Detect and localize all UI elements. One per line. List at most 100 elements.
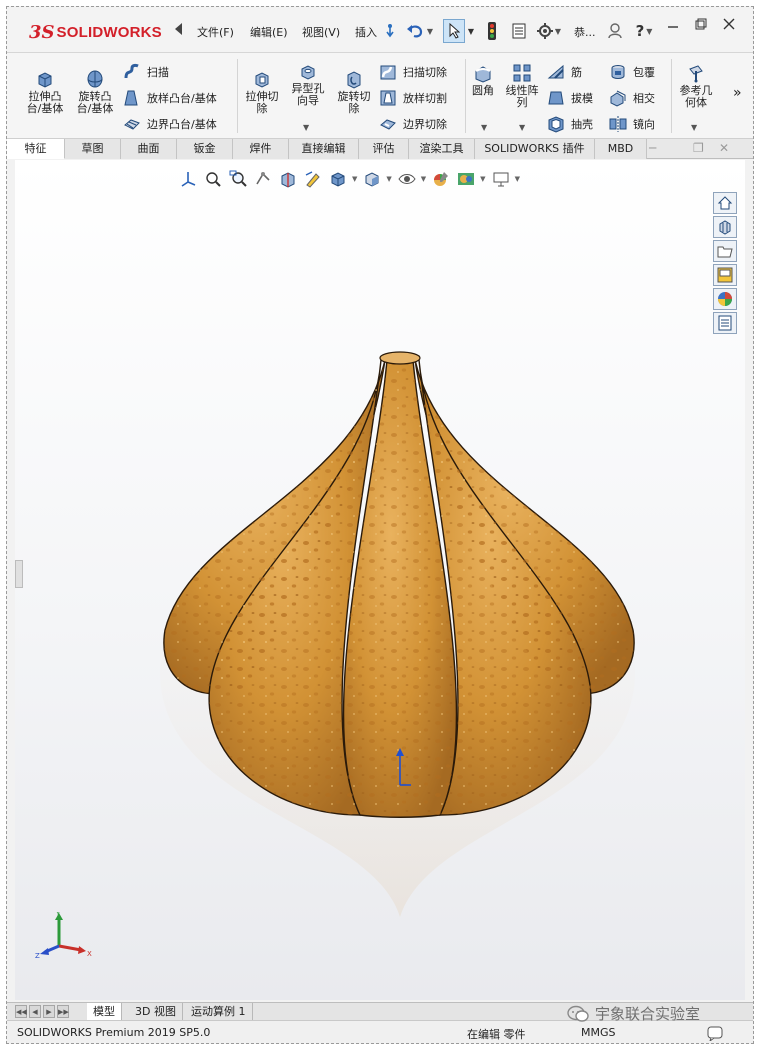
triad-z-label: Z (35, 952, 40, 960)
boundary-boss-button[interactable]: 边界凸台/基体 (123, 115, 217, 133)
extrude-boss-icon (38, 72, 52, 88)
document-minimize-icon[interactable]: ─ (649, 141, 656, 155)
wrap-icon (611, 65, 625, 79)
intersect-button[interactable]: 相交 (609, 89, 655, 107)
boundary-cut-button[interactable]: 边界切除 (379, 115, 447, 133)
rib-label: 筋 (571, 66, 582, 79)
boundary-cut-icon (380, 119, 396, 130)
tab-4[interactable]: 焊件 (233, 139, 289, 159)
revolve-cut-button[interactable]: 旋转切 除 (331, 69, 377, 115)
fillet-dropdown[interactable]: ▼ (481, 123, 487, 132)
unit-system[interactable]: MMGS (581, 1026, 616, 1039)
insert-tool-icon[interactable] (381, 19, 399, 43)
last-tab-button[interactable]: ▶▶ (57, 1005, 69, 1018)
tab-8[interactable]: SOLIDWORKS 插件 (475, 139, 595, 159)
wrap-button[interactable]: 包覆 (609, 63, 655, 81)
revolve-boss-button[interactable]: 旋转凸 台/基体 (71, 69, 119, 115)
reference-geometry-button[interactable]: 参考几 何体 (673, 63, 719, 109)
ribbon-more-button[interactable]: » (733, 85, 742, 101)
fillet-button[interactable]: 圆角 (467, 63, 499, 97)
boundary-cut-label: 边界切除 (403, 118, 447, 131)
garlic-stem-top (379, 351, 421, 365)
extrude-cut-button[interactable]: 拉伸切 除 (239, 69, 285, 115)
sweep-icon (124, 63, 139, 79)
linear-pattern-button[interactable]: 线性阵 列 (501, 63, 543, 109)
graphics-area[interactable]: ▼ ▼ ▼ ▼ ▼ Y X Z (15, 160, 745, 1000)
document-restore-icon[interactable]: ❐ (693, 141, 704, 155)
linear-pattern-dropdown[interactable]: ▼ (519, 123, 525, 132)
mirror-button[interactable]: 镜向 (609, 115, 655, 133)
boundary-boss-label: 边界凸台/基体 (147, 118, 217, 131)
tab-0[interactable]: 特征 (7, 139, 65, 159)
tab-3[interactable]: 钣金 (177, 139, 233, 159)
restore-icon (695, 18, 707, 30)
extrude-boss-button[interactable]: 拉伸凸 台/基体 (21, 69, 69, 115)
tab-7[interactable]: 渲染工具 (409, 139, 475, 159)
reference-triad[interactable]: Y X Z (35, 912, 95, 962)
select-pointer-button[interactable] (443, 19, 465, 43)
pointer-icon (449, 23, 460, 39)
menu-edit[interactable]: 编辑(E) (250, 24, 288, 40)
document-close-icon[interactable]: ✕ (719, 141, 729, 155)
linear-pattern-icon (513, 64, 531, 82)
lofted-cut-button[interactable]: 放样切割 (379, 89, 447, 107)
tab-9[interactable]: MBD (595, 139, 647, 159)
draft-button[interactable]: 拔模 (547, 89, 593, 107)
bottom-tab-0[interactable]: 模型 (87, 1003, 122, 1021)
user-avatar-icon[interactable] (606, 19, 624, 43)
tab-5[interactable]: 直接编辑 (289, 139, 359, 159)
loft-boss-label: 放样凸台/基体 (147, 92, 217, 105)
lofted-cut-icon (380, 90, 396, 106)
menu-insert[interactable]: 插入 (355, 24, 377, 40)
prev-tab-button[interactable]: ◀ (29, 1005, 41, 1018)
close-button[interactable] (719, 15, 739, 33)
rebuild-traffic-light-icon[interactable] (484, 19, 500, 43)
triad-y-label: Y (55, 912, 61, 918)
rib-button[interactable]: 筋 (547, 63, 582, 81)
bottom-tab-1[interactable]: 3D 视图 (129, 1003, 183, 1021)
watermark-text: 宇象联合实验室 (595, 1005, 701, 1023)
swept-cut-icon (380, 65, 396, 80)
select-dropdown[interactable]: ▼ (466, 19, 476, 43)
sweep-label: 扫描 (147, 66, 169, 79)
intersect-icon (610, 90, 626, 107)
menu-view[interactable]: 视图(V) (302, 24, 340, 40)
solidworks-logo[interactable]: 3S SOLIDWORKS (29, 19, 169, 45)
menu-expand-arrow-icon[interactable] (175, 23, 182, 35)
user-name[interactable]: 恭... (574, 24, 596, 40)
revolve-cut-label: 旋转切 除 (337, 90, 371, 115)
sweep-button[interactable]: 扫描 (123, 63, 169, 81)
swept-cut-label: 扫描切除 (403, 66, 447, 79)
next-tab-button[interactable]: ▶ (43, 1005, 55, 1018)
file-properties-icon[interactable] (510, 19, 528, 43)
hole-wizard-label: 异型孔 向导 (291, 82, 325, 107)
title-bar: 3S SOLIDWORKS 文件(F) 编辑(E) 视图(V) 插入 ▼ ▼ ▼… (7, 7, 753, 53)
lofted-cut-label: 放样切割 (403, 92, 447, 105)
loft-boss-button[interactable]: 放样凸台/基体 (123, 89, 217, 107)
tab-6[interactable]: 评估 (359, 139, 409, 159)
menu-file[interactable]: 文件(F) (197, 24, 234, 40)
fillet-icon (475, 66, 491, 83)
shell-button[interactable]: 抽壳 (547, 115, 593, 133)
hole-wizard-dropdown[interactable]: ▼ (303, 123, 309, 132)
bottom-tab-2[interactable]: 运动算例 1 (185, 1003, 253, 1021)
restore-button[interactable] (691, 15, 711, 33)
garlic-3d-model[interactable] (15, 160, 745, 1000)
help-button[interactable]: ? ▼ (631, 19, 657, 43)
loft-boss-icon (124, 90, 138, 106)
tab-1[interactable]: 草图 (65, 139, 121, 159)
ds-logo-mark: 3S (29, 21, 55, 43)
editing-status: 在编辑 零件 (467, 1028, 526, 1041)
wrap-label: 包覆 (633, 66, 655, 79)
hole-wizard-button[interactable]: 异型孔 向导 (285, 61, 331, 107)
swept-cut-button[interactable]: 扫描切除 (379, 63, 447, 81)
wechat-logo-icon (567, 1005, 589, 1022)
minimize-button[interactable] (663, 15, 683, 33)
options-button[interactable]: ▼ (534, 19, 564, 43)
undo-button[interactable]: ▼ (401, 19, 437, 43)
command-tabs: 特征 草图 曲面 钣金 焊件 直接编辑 评估 渲染工具 SOLIDWORKS 插件 MBD ─ ❐ ✕ (7, 139, 753, 159)
quick-tips-icon[interactable] (707, 1025, 725, 1041)
tab-2[interactable]: 曲面 (121, 139, 177, 159)
first-tab-button[interactable]: ◀◀ (15, 1005, 27, 1018)
reference-geometry-dropdown[interactable]: ▼ (691, 123, 697, 132)
